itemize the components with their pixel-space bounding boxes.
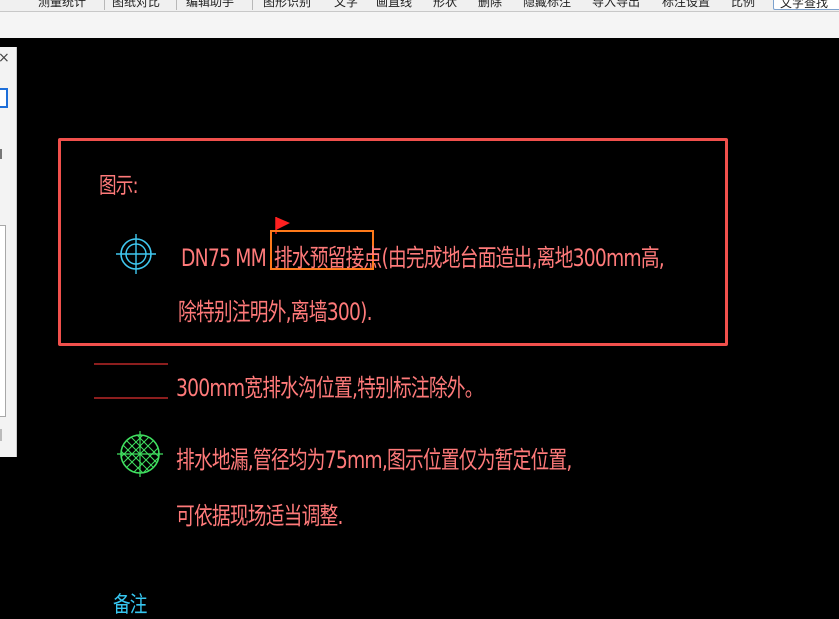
notes-heading-partial: 备注 — [113, 593, 147, 618]
panel-scroll-handle[interactable] — [0, 429, 2, 441]
outlet-description-line1[interactable]: DN75 MM 排水预留接点(由完成地台面造出,离地300mm高, — [181, 238, 665, 273]
tool-shape[interactable]: 形状 — [433, 0, 457, 10]
tool-measure[interactable]: 测量统计 — [38, 0, 86, 10]
text-search-label: 文字查找 — [780, 0, 829, 10]
ribbon-area — [0, 12, 839, 38]
outlet-suffix-text: (由完成地台面造出,离地300mm高, — [381, 244, 664, 272]
floor-drain-description-line2[interactable]: 可依据现场适当调整. — [176, 496, 343, 531]
hatched-circle-icon — [117, 431, 163, 477]
close-icon[interactable]: × — [0, 51, 10, 65]
tool-hide-annotation[interactable]: 隐藏标注 — [523, 0, 571, 10]
outlet-description-line2[interactable]: 除特别注明外,离墙300). — [178, 292, 373, 327]
text-search-button[interactable]: 文字查找 — [773, 0, 839, 10]
circle-crosshair-icon — [116, 234, 156, 274]
tool-edit-helper[interactable]: 编辑助手 — [186, 0, 234, 10]
toolbar-divider — [176, 0, 177, 10]
tool-delete[interactable]: 删除 — [478, 0, 502, 10]
toolbar-divider — [104, 0, 105, 10]
tool-shape-recognize[interactable]: 图形识别 — [263, 0, 311, 10]
tool-text[interactable]: 文字 — [334, 0, 358, 10]
trench-description[interactable]: 300mm宽排水沟位置,特别标注除外。 — [176, 368, 483, 403]
tool-import-export[interactable]: 导入导出 — [592, 0, 640, 10]
panel-handle[interactable] — [0, 149, 2, 159]
top-toolbar: 测量统计 图纸对比 编辑助手 图形识别 文字 画直线 形状 删除 隐藏标注 导入… — [0, 0, 839, 12]
panel-list-field[interactable] — [0, 225, 6, 417]
outlet-highlighted-text[interactable]: 排水预留接点 — [274, 238, 382, 273]
panel-checkbox[interactable] — [0, 88, 8, 108]
trench-line-symbol — [94, 363, 168, 399]
side-panel: × — [0, 47, 17, 457]
tool-annotation-settings[interactable]: 标注设置 — [662, 0, 710, 10]
outlet-size-text: DN75 MM — [181, 244, 267, 272]
tool-scale[interactable]: 比例 — [731, 0, 755, 10]
legend-heading: 图示: — [99, 174, 139, 199]
tool-draw-line[interactable]: 画直线 — [376, 0, 412, 10]
toolbar-divider — [252, 0, 253, 10]
floor-drain-description-line1[interactable]: 排水地漏,管径均为75mm,图示位置仅为暂定位置, — [176, 440, 572, 475]
tool-compare[interactable]: 图纸对比 — [112, 0, 160, 10]
